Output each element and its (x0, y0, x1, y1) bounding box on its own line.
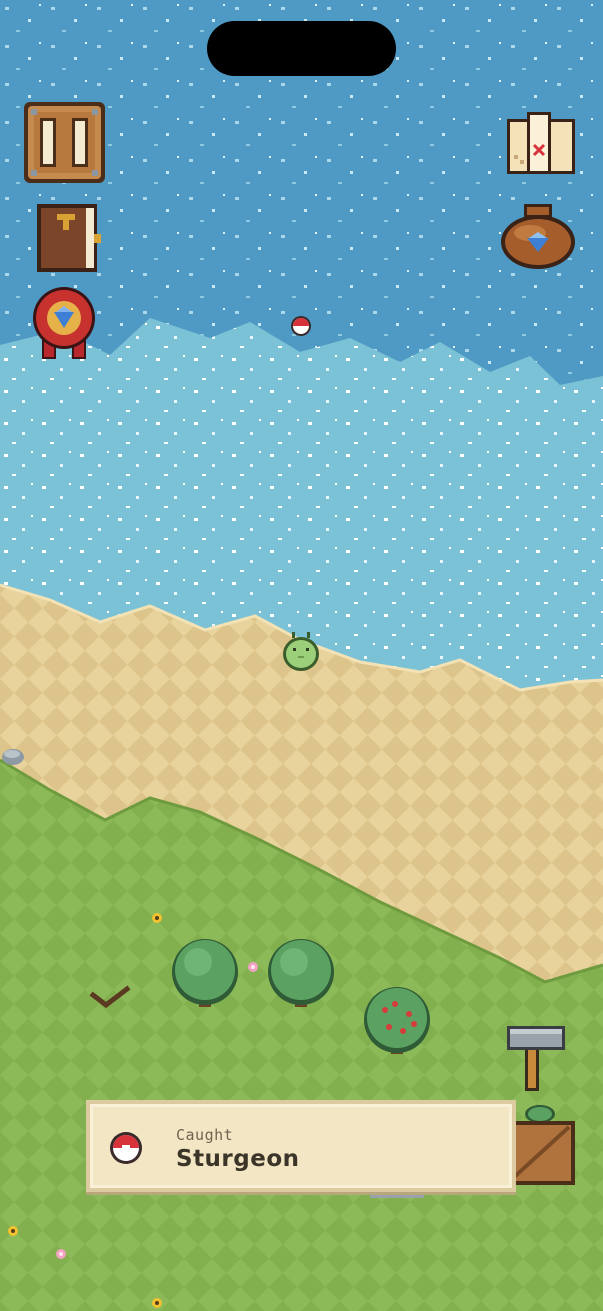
map-button[interactable] (507, 112, 575, 174)
rock[interactable] (2, 749, 24, 765)
bobber-icon (110, 1132, 142, 1164)
notification-subtitle: Caught (176, 1126, 234, 1144)
pink-flower (56, 1249, 66, 1259)
notification-title: Sturgeon (176, 1146, 300, 1172)
badge-button[interactable] (33, 287, 95, 359)
journal-button[interactable] (37, 204, 101, 272)
pink-flower (248, 962, 258, 972)
yellow-flower (152, 1298, 162, 1308)
catch-notification: Caught Sturgeon (86, 1100, 516, 1192)
camera-notch (207, 21, 396, 76)
yellow-flower (152, 913, 162, 923)
pause-button[interactable] (24, 102, 105, 183)
yellow-flower (8, 1226, 18, 1236)
fishing-bobber (291, 316, 311, 336)
